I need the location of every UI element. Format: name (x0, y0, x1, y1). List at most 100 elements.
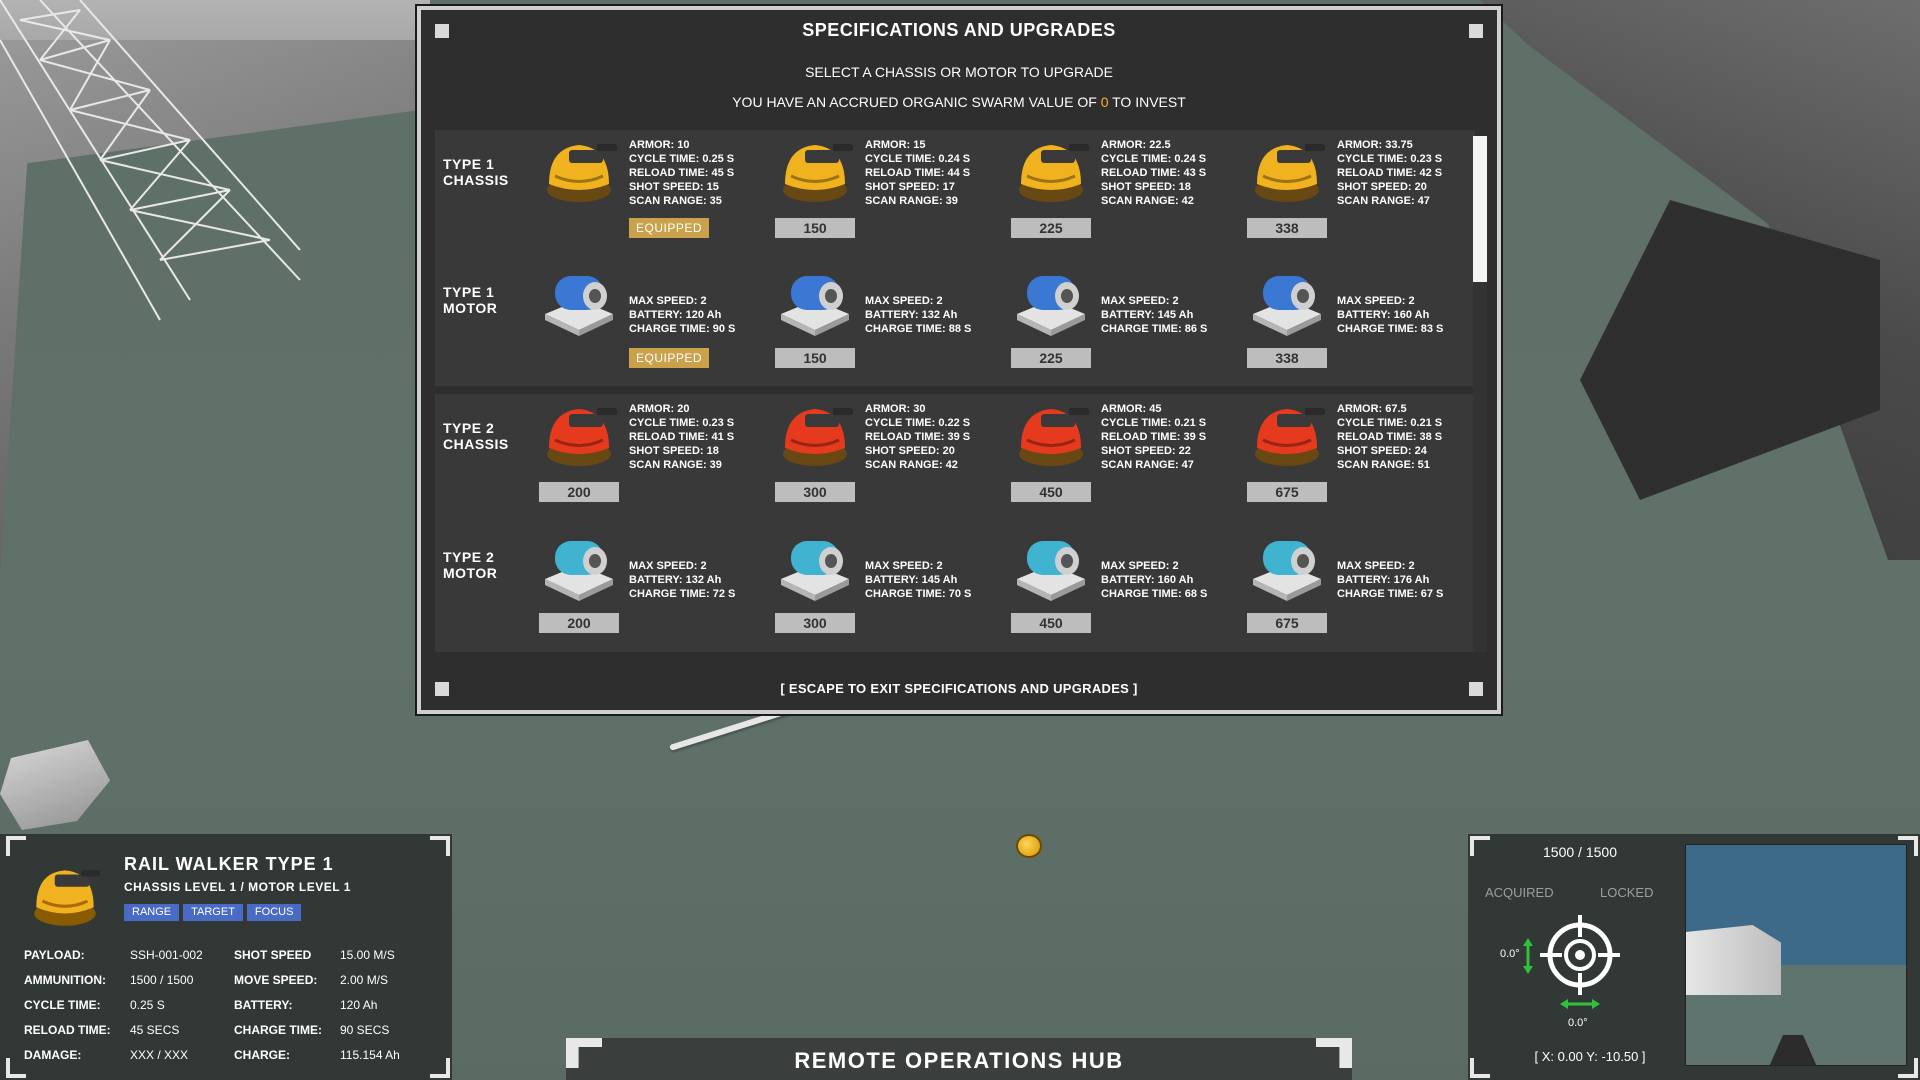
yaw-arrows-icon (1560, 999, 1600, 1009)
stat-line: ARMOR: 67.5 (1337, 403, 1407, 415)
stat-value: 15.00 M/S (340, 948, 395, 962)
upgrade-item[interactable]: ARMOR: 45 CYCLE TIME: 0.21 S RELOAD TIME: … (1011, 394, 1241, 514)
upgrade-item[interactable]: MAX SPEED: 2 BATTERY: 160 Ah CHARGE TIME: … (1011, 523, 1241, 643)
upgrade-item[interactable]: MAX SPEED: 2 BATTERY: 120 Ah CHARGE TIME: … (539, 258, 769, 378)
upgrade-stats: MAX SPEED: 2 BATTERY: 160 Ah CHARGE TIME: … (1101, 559, 1207, 601)
stat-line: RELOAD TIME: 44 S (865, 167, 971, 179)
upgrade-cost-button[interactable]: 300 (775, 613, 855, 633)
upgrade-stats: MAX SPEED: 2 BATTERY: 132 Ah CHARGE TIME: … (865, 294, 971, 336)
upgrade-cost-button[interactable]: 675 (1247, 613, 1327, 633)
crosshair-icon (1540, 915, 1620, 995)
stat-line: CYCLE TIME: 0.22 S (865, 417, 971, 429)
chassis-icon (1255, 144, 1325, 202)
stat-line: ARMOR: 20 (629, 403, 690, 415)
upgrade-item[interactable]: ARMOR: 22.5 CYCLE TIME: 0.24 S RELOAD TIME… (1011, 130, 1241, 250)
stat-line: ARMOR: 45 (1101, 403, 1162, 415)
stat-line: MAX SPEED: 2 (629, 560, 707, 572)
upgrade-item[interactable]: ARMOR: 20 CYCLE TIME: 0.23 S RELOAD TIME: … (539, 394, 769, 514)
upgrade-item[interactable]: MAX SPEED: 2 BATTERY: 145 Ah CHARGE TIME: … (1011, 258, 1241, 378)
stat-line: BATTERY: 145 Ah (1101, 309, 1194, 321)
stat-line: CYCLE TIME: 0.24 S (865, 153, 971, 165)
upgrade-item[interactable]: ARMOR: 67.5 CYCLE TIME: 0.21 S RELOAD TIME… (1247, 394, 1475, 514)
stat-line: SCAN RANGE: 39 (865, 195, 958, 207)
stat-line: RELOAD TIME: 41 S (629, 431, 735, 443)
stat-line: RELOAD TIME: 43 S (1101, 167, 1207, 179)
upgrade-item[interactable]: ARMOR: 15 CYCLE TIME: 0.24 S RELOAD TIME: … (775, 130, 1005, 250)
stat-line: SHOT SPEED: 17 (865, 181, 955, 193)
equipped-badge: EQUIPPED (629, 348, 709, 368)
unit-name: RAIL WALKER TYPE 1 (124, 854, 334, 874)
stat-line: SCAN RANGE: 35 (629, 195, 722, 207)
upgrade-list[interactable]: TYPE 1 CHASSIS ARMOR: 10 CYCLE TIME: 0.25 S… (435, 130, 1475, 652)
stat-line: RELOAD TIME: 39 S (865, 431, 971, 443)
stat-line: BATTERY: 145 Ah (865, 574, 958, 586)
stat-line: MAX SPEED: 2 (1101, 295, 1179, 307)
tag-target[interactable]: TARGET (183, 904, 243, 921)
motor-icon (1017, 276, 1085, 336)
stat-line: MAX SPEED: 2 (1101, 560, 1179, 572)
stat-line: SHOT SPEED: 18 (629, 445, 719, 457)
chassis-icon (1255, 408, 1325, 466)
stat-line: CHARGE TIME: 68 S (1101, 588, 1208, 600)
stat-label: AMMUNITION: (24, 973, 106, 987)
scrollbar-thumb[interactable] (1473, 136, 1487, 282)
stat-value: 120 Ah (340, 998, 378, 1012)
upgrade-cost-button[interactable]: 200 (539, 613, 619, 633)
tag-range[interactable]: RANGE (124, 904, 180, 921)
stat-line: RELOAD TIME: 39 S (1101, 431, 1207, 443)
stat-line: ARMOR: 30 (865, 403, 926, 415)
stat-line: CYCLE TIME: 0.23 S (629, 417, 735, 429)
upgrade-cost-button[interactable]: 675 (1247, 482, 1327, 502)
upgrade-item[interactable]: ARMOR: 10 CYCLE TIME: 0.25 S RELOAD TIME: … (539, 130, 769, 250)
motor-icon (1253, 541, 1321, 601)
upgrade-stats: ARMOR: 33.75 CYCLE TIME: 0.23 S RELOAD TIM… (1337, 138, 1442, 208)
scrollbar[interactable] (1473, 136, 1487, 652)
upgrade-cost-button[interactable]: 450 (1011, 613, 1091, 633)
stat-line: BATTERY: 160 Ah (1337, 309, 1430, 321)
upgrade-item[interactable]: ARMOR: 30 CYCLE TIME: 0.22 S RELOAD TIME: … (775, 394, 1005, 514)
stat-line: RELOAD TIME: 45 S (629, 167, 735, 179)
upgrade-cost-button[interactable]: 225 (1011, 348, 1091, 368)
upgrade-stats: MAX SPEED: 2 BATTERY: 176 Ah CHARGE TIME: … (1337, 559, 1443, 601)
upgrade-item[interactable]: MAX SPEED: 2 BATTERY: 160 Ah CHARGE TIME: … (1247, 258, 1475, 378)
upgrade-row: TYPE 1 MOTOR MAX SPEED: 2 BATTERY: 120 Ah CH… (435, 258, 1475, 378)
stat-line: SCAN RANGE: 47 (1101, 459, 1194, 471)
upgrade-cost-button[interactable]: 225 (1011, 218, 1091, 238)
stat-line: SCAN RANGE: 51 (1337, 459, 1430, 471)
upgrade-item[interactable]: MAX SPEED: 2 BATTERY: 176 Ah CHARGE TIME: … (1247, 523, 1475, 643)
upgrade-cost-button[interactable]: 450 (1011, 482, 1091, 502)
upgrade-cost-button[interactable]: 150 (775, 348, 855, 368)
row-label: TYPE 1 MOTOR (443, 284, 498, 316)
motor-icon (545, 276, 613, 336)
stat-line: BATTERY: 132 Ah (865, 309, 958, 321)
swarm-prefix: YOU HAVE AN ACCRUED ORGANIC SWARM VALUE … (732, 94, 1097, 110)
upgrade-stats: ARMOR: 15 CYCLE TIME: 0.24 S RELOAD TIME: … (865, 138, 970, 208)
stat-label: SHOT SPEED (234, 948, 312, 962)
stat-line: SHOT SPEED: 15 (629, 181, 719, 193)
upgrade-item[interactable]: MAX SPEED: 2 BATTERY: 132 Ah CHARGE TIME: … (539, 523, 769, 643)
upgrade-cost-button[interactable]: 150 (775, 218, 855, 238)
rail-walker-unit[interactable] (1016, 834, 1042, 858)
bracket (430, 836, 450, 856)
stat-line: SCAN RANGE: 39 (629, 459, 722, 471)
row-label: TYPE 1 CHASSIS (443, 156, 509, 188)
chassis-icon (783, 144, 853, 202)
upgrade-cost-button[interactable]: 300 (775, 482, 855, 502)
upgrade-item[interactable]: MAX SPEED: 2 BATTERY: 132 Ah CHARGE TIME: … (775, 258, 1005, 378)
stat-label: RELOAD TIME: (24, 1023, 111, 1037)
stat-line: MAX SPEED: 2 (629, 295, 707, 307)
motor-icon (1253, 276, 1321, 336)
stat-label: BATTERY: (234, 998, 293, 1012)
upgrade-cost-button[interactable]: 338 (1247, 218, 1327, 238)
upgrade-row: TYPE 1 CHASSIS ARMOR: 10 CYCLE TIME: 0.25 S… (435, 130, 1475, 250)
upgrade-item[interactable]: ARMOR: 33.75 CYCLE TIME: 0.23 S RELOAD TIM… (1247, 130, 1475, 250)
upgrade-stats: MAX SPEED: 2 BATTERY: 145 Ah CHARGE TIME: … (865, 559, 971, 601)
coordinate-readout: [ X: 0.00 Y: -10.50 ] (1534, 1049, 1646, 1064)
upgrade-stats: ARMOR: 22.5 CYCLE TIME: 0.24 S RELOAD TIME… (1101, 138, 1206, 208)
tag-focus[interactable]: FOCUS (246, 904, 302, 921)
upgrade-item[interactable]: MAX SPEED: 2 BATTERY: 145 Ah CHARGE TIME: … (775, 523, 1005, 643)
chassis-icon (547, 144, 617, 202)
stat-value: 2.00 M/S (340, 973, 389, 987)
upgrade-cost-button[interactable]: 338 (1247, 348, 1327, 368)
upgrade-cost-button[interactable]: 200 (539, 482, 619, 502)
